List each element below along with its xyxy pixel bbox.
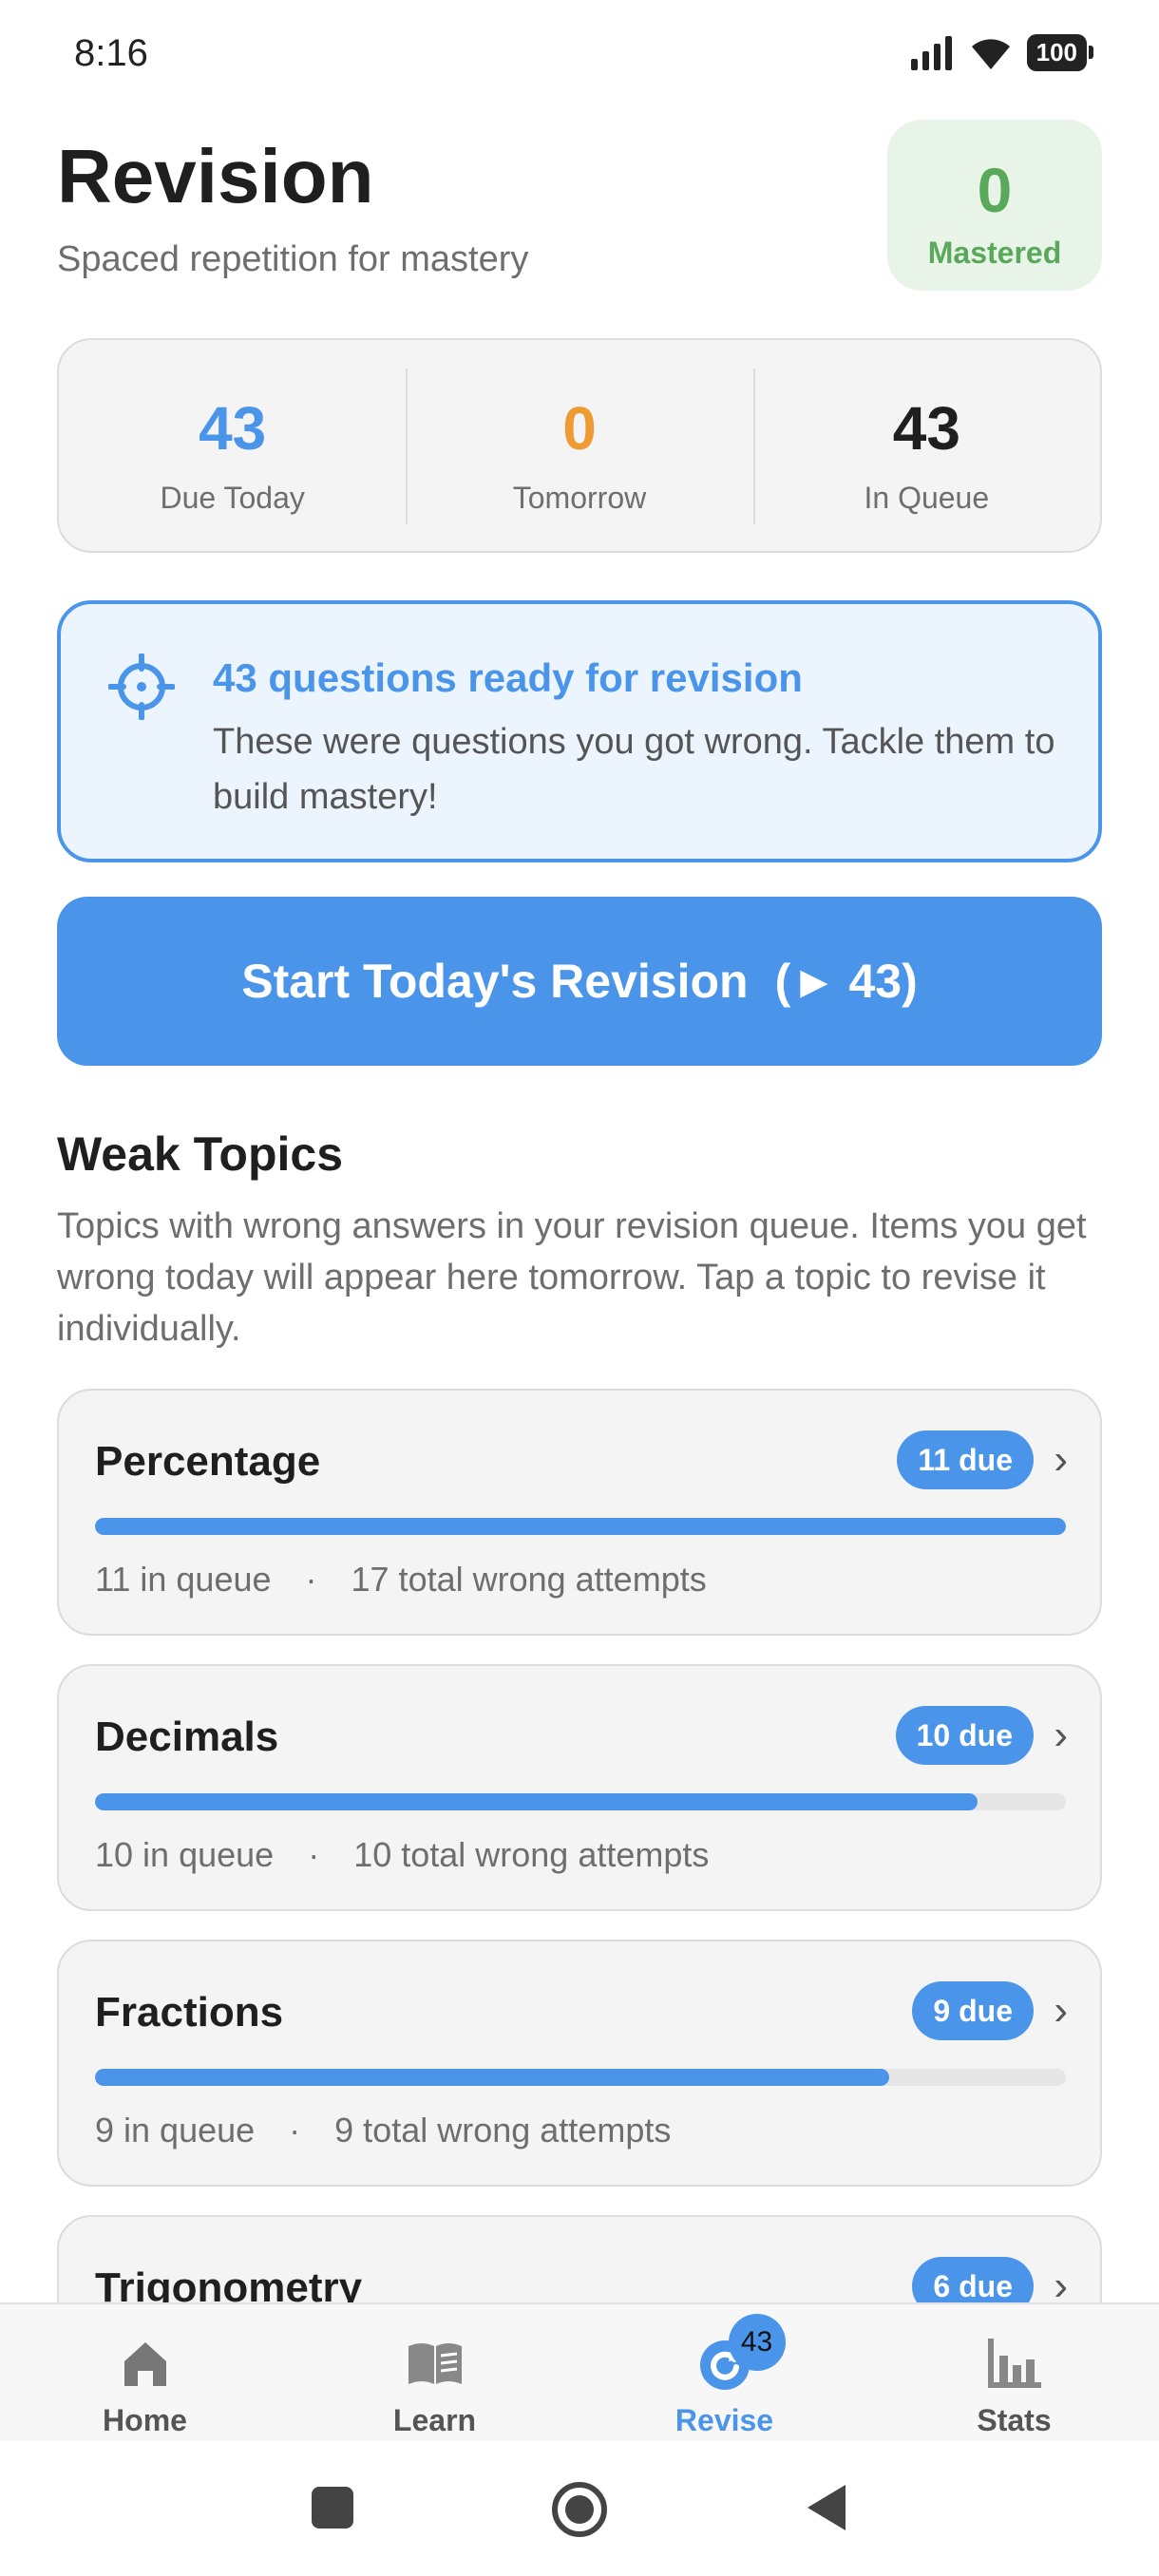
bar-chart-icon — [987, 2339, 1041, 2388]
start-revision-label: Start Today's Revision — [241, 955, 749, 1008]
mastered-count: 0 — [977, 155, 1013, 225]
signal-icon — [910, 35, 952, 70]
cta-open-paren: ( — [774, 955, 791, 1008]
topic-card-fractions[interactable]: Fractions 9 due › 9 in queue · 9 total wro… — [57, 1940, 1102, 2187]
cta-count: 43) — [848, 955, 918, 1008]
separator-dot: · — [289, 2111, 301, 2150]
play-icon: ▶ — [800, 961, 828, 1002]
info-body: These were questions you got wrong. Tack… — [213, 722, 1055, 817]
nav-revise[interactable]: 43 Revise — [580, 2304, 869, 2441]
weak-topics-description: Topics with wrong answers in your revisi… — [57, 1206, 1087, 1349]
back-icon[interactable] — [804, 2481, 849, 2534]
revise-count-badge: 43 — [728, 2314, 786, 2371]
stat-in-queue: 43 In Queue — [752, 340, 1100, 551]
page-title: Revision — [57, 134, 374, 218]
weak-topics-title: Weak Topics — [57, 1127, 344, 1181]
topic-meta: 9 in queue · 9 total wrong attempts — [95, 2111, 671, 2150]
topic-card-decimals[interactable]: Decimals 10 due › 10 in queue · 10 total w… — [57, 1664, 1102, 1911]
mastered-badge: 0 Mastered — [887, 120, 1102, 291]
topic-name: Fractions — [95, 1989, 284, 2036]
due-badge: 9 due — [912, 1981, 1034, 2040]
nav-learn[interactable]: Learn — [290, 2304, 580, 2441]
progress-fill — [95, 2069, 889, 2086]
queue-count: 10 in queue — [95, 1835, 275, 1874]
topic-card-percentage[interactable]: Percentage 11 due › 11 in queue · 17 total… — [57, 1389, 1102, 1636]
nav-label: Revise — [674, 2403, 774, 2437]
progress-track — [95, 1518, 1066, 1535]
nav-home[interactable]: Home — [0, 2304, 290, 2441]
wifi-icon — [971, 38, 1010, 69]
separator-dot: · — [305, 1560, 317, 1599]
stat-value: 43 — [199, 394, 267, 463]
stat-label: Tomorrow — [512, 481, 647, 515]
status-icons: 100 — [909, 34, 1094, 71]
chevron-right-icon: › — [1054, 1987, 1068, 2034]
nav-label: Learn — [392, 2403, 477, 2437]
wrong-attempts: 17 total wrong attempts — [351, 1560, 707, 1599]
mastered-label: Mastered — [927, 236, 1062, 270]
progress-track — [95, 1793, 1066, 1810]
status-bar: 8:16 100 — [0, 0, 1159, 114]
wrong-attempts: 10 total wrong attempts — [353, 1835, 710, 1874]
progress-fill — [95, 1518, 1066, 1535]
stat-tomorrow: 0 Tomorrow — [406, 340, 752, 551]
nav-label: Stats — [977, 2403, 1052, 2437]
chevron-right-icon: › — [1054, 1436, 1068, 1483]
revision-info-card: 43 questions ready for revision These we… — [57, 600, 1102, 862]
info-heading: 43 questions ready for revision — [213, 655, 803, 700]
chevron-right-icon: › — [1054, 1712, 1068, 1758]
topic-name: Decimals — [95, 1714, 279, 1760]
due-badge: 11 due — [897, 1430, 1034, 1489]
queue-count: 9 in queue — [95, 2111, 256, 2150]
page-subtitle: Spaced repetition for mastery — [57, 239, 529, 279]
due-badge: 10 due — [895, 1706, 1034, 1765]
wrong-attempts: 9 total wrong attempts — [334, 2111, 672, 2150]
start-revision-button[interactable]: Start Today's Revision ( ▶ 43) — [57, 897, 1102, 1066]
system-navigation-bar — [0, 2441, 1159, 2576]
progress-fill — [95, 1793, 978, 1810]
bottom-navigation: Home Learn 43 Revise Stats — [0, 2302, 1159, 2441]
topic-meta: 11 in queue · 17 total wrong attempts — [95, 1560, 707, 1600]
home-circle-icon[interactable] — [549, 2481, 610, 2542]
revision-stats-card: 43 Due Today 0 Tomorrow 43 In Queue — [57, 338, 1102, 553]
separator-dot: · — [308, 1835, 320, 1874]
battery-indicator: 100 — [1026, 34, 1094, 71]
topic-meta: 10 in queue · 10 total wrong attempts — [95, 1835, 709, 1875]
stat-value: 43 — [892, 394, 960, 463]
book-icon — [408, 2343, 462, 2384]
stat-value: 0 — [562, 394, 597, 463]
nav-stats[interactable]: Stats — [869, 2304, 1159, 2441]
progress-track — [95, 2069, 1066, 2086]
status-time: 8:16 — [74, 32, 148, 74]
topic-name: Percentage — [95, 1438, 321, 1485]
nav-label: Home — [103, 2403, 187, 2437]
stat-label: Due Today — [160, 481, 305, 515]
queue-count: 11 in queue — [95, 1560, 272, 1599]
home-icon — [124, 2342, 166, 2386]
crosshair-icon — [108, 653, 175, 720]
stat-label: In Queue — [864, 481, 990, 515]
stat-due-today: 43 Due Today — [59, 340, 406, 551]
recents-icon[interactable] — [310, 2481, 355, 2534]
